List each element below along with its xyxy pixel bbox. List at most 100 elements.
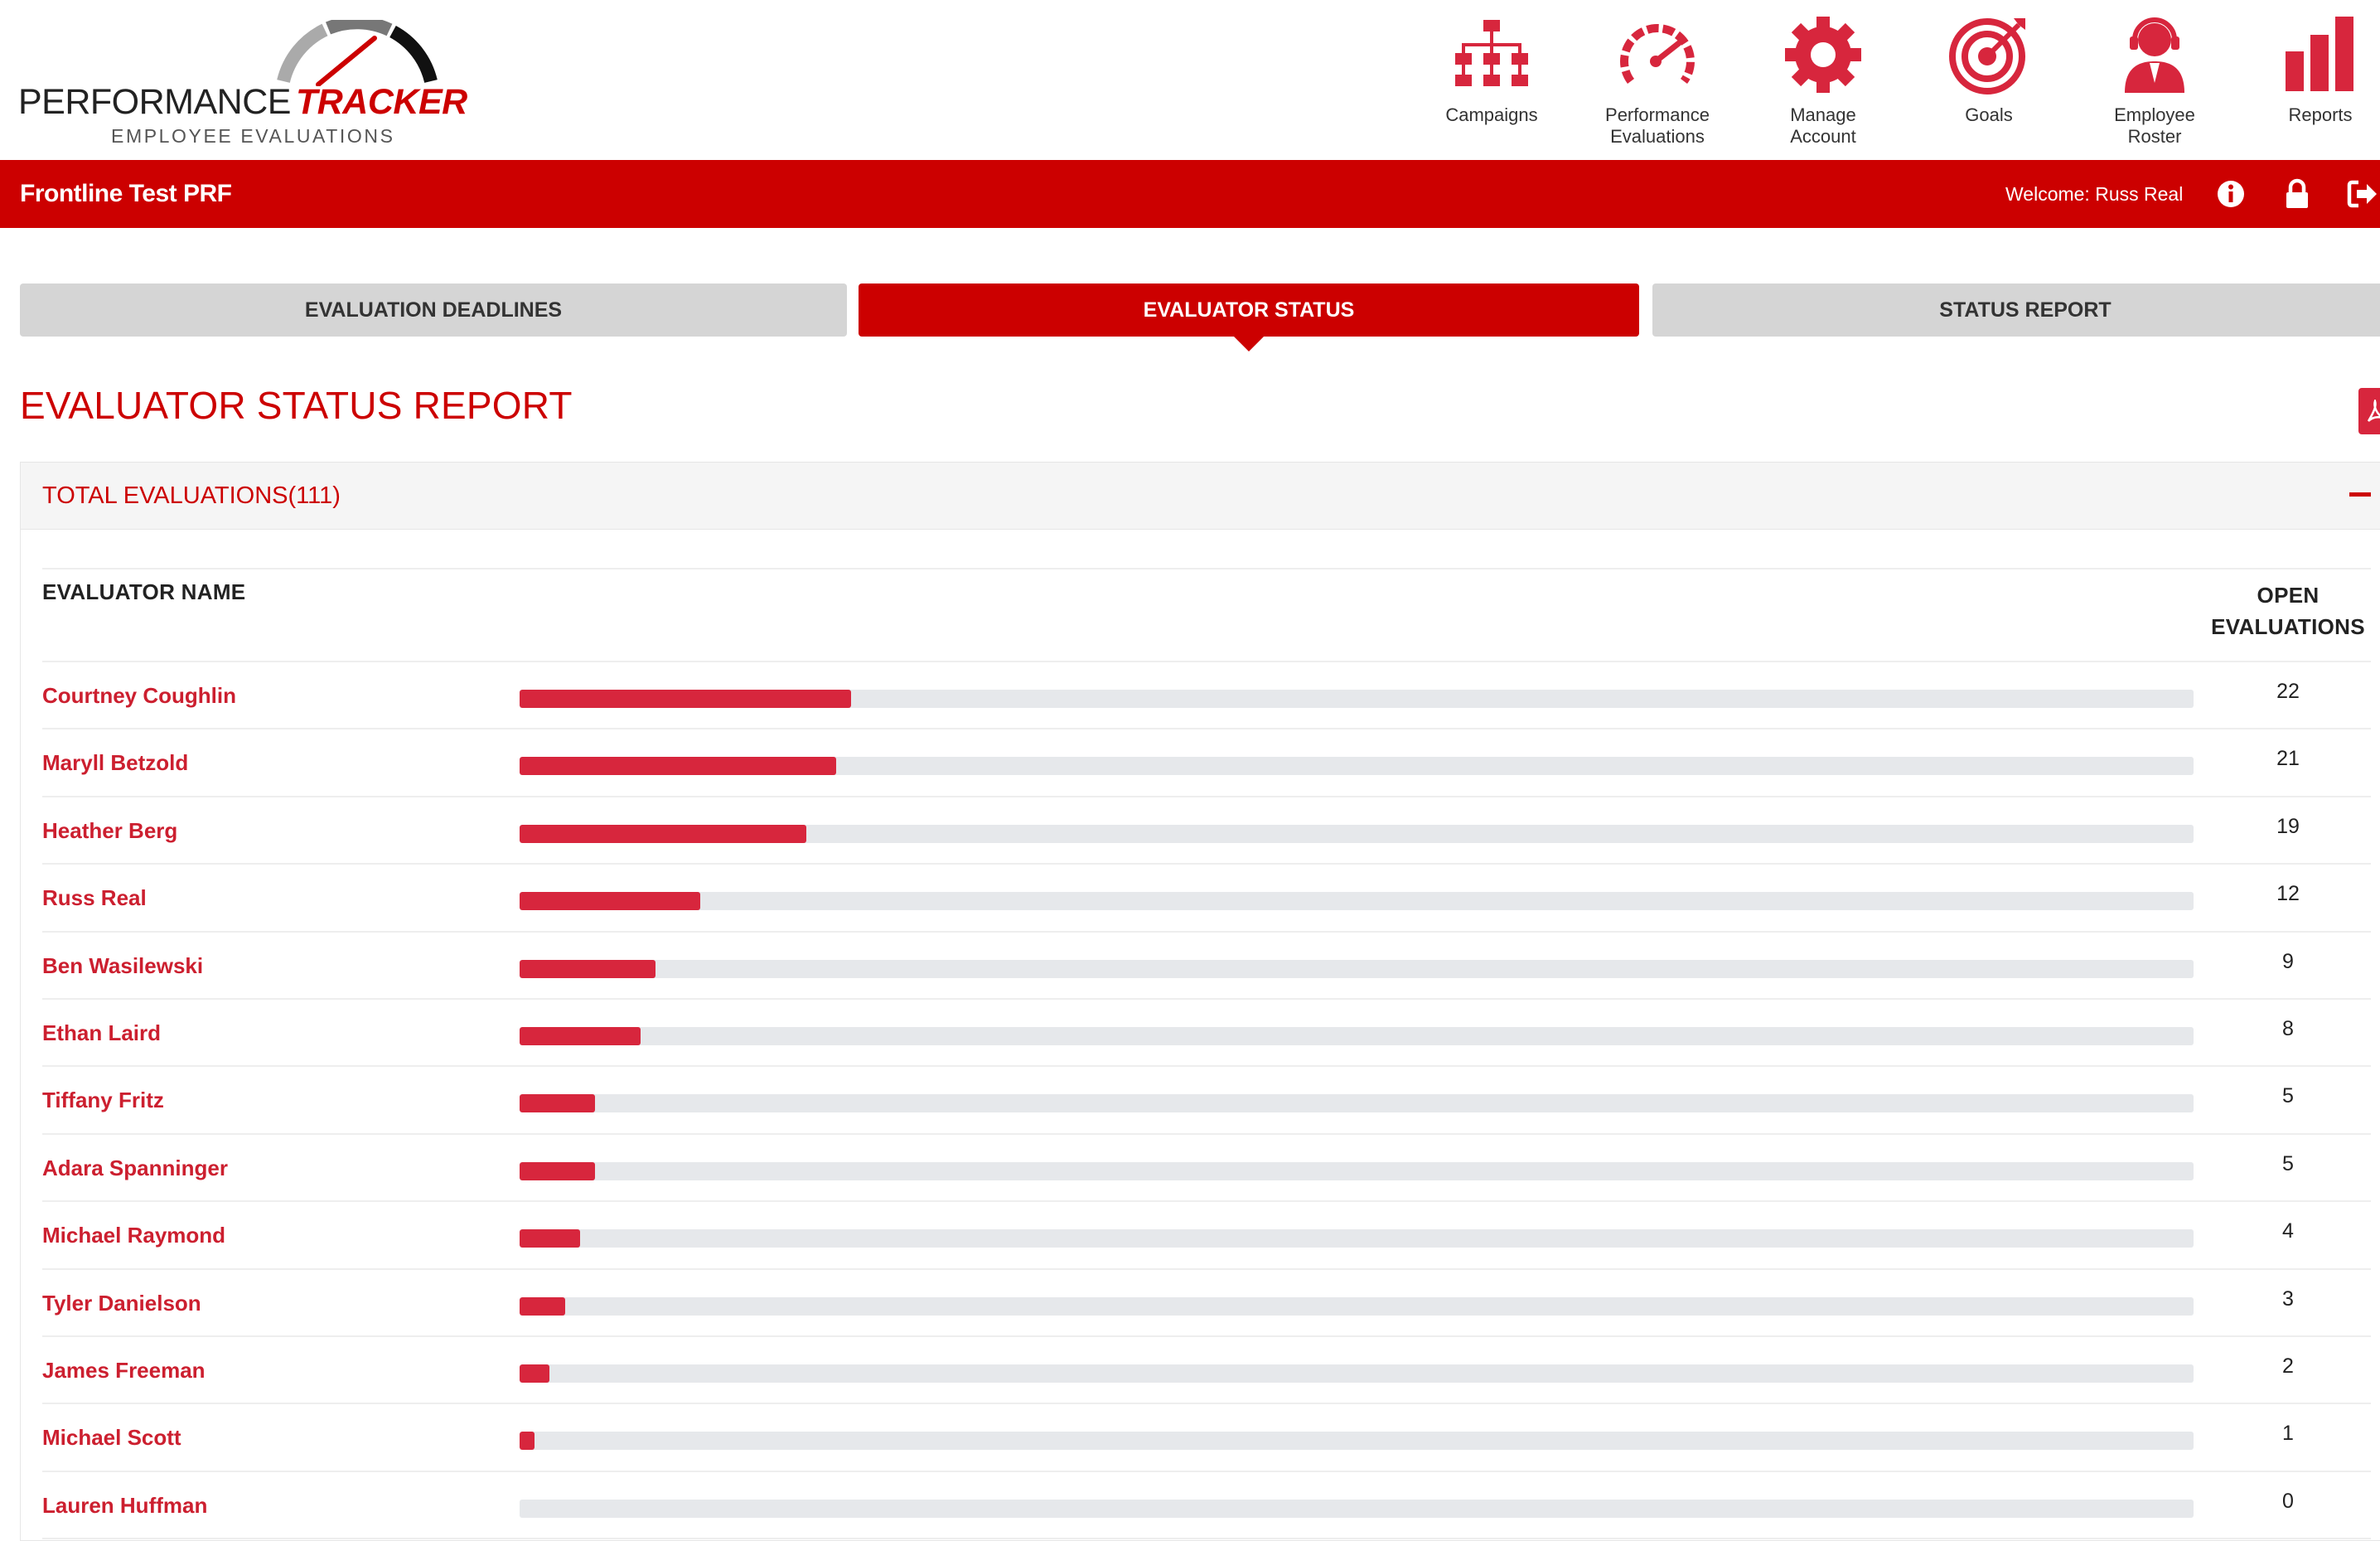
gear-icon <box>1785 17 1861 93</box>
nav-label: Reports <box>2288 104 2353 125</box>
column-header-open-evaluations: OPEN EVALUATIONS <box>2211 583 2365 639</box>
open-evaluations-count: 9 <box>2282 949 2294 973</box>
collapse-icon[interactable] <box>2349 492 2371 497</box>
nav-reports[interactable]: Reports <box>2237 0 2380 160</box>
table-row: Lauren Huffman 0 <box>42 1472 2371 1540</box>
nav-label: Performance Evaluations <box>1605 104 1710 147</box>
export-pdf-button[interactable] <box>2358 388 2380 434</box>
open-evaluations-count: 8 <box>2282 1016 2294 1040</box>
app-header: PERFORMANCE TRACKER EMPLOYEE EVALUATIONS … <box>0 0 2380 160</box>
progress-bar-fill <box>520 1296 565 1316</box>
progress-bar-track <box>520 1432 2194 1451</box>
progress-bar-fill <box>520 824 806 843</box>
progress-bar-fill <box>520 892 701 911</box>
evaluator-name-link[interactable]: Michael Raymond <box>42 1202 225 1268</box>
app-name: Frontline Test PRF <box>20 180 232 207</box>
logout-icon[interactable] <box>2345 177 2378 211</box>
open-evaluations-count: 21 <box>2276 747 2300 771</box>
evaluator-name-link[interactable]: Ethan Laird <box>42 1000 161 1066</box>
open-evaluations-count: 0 <box>2282 1489 2294 1513</box>
progress-bar-track <box>520 1161 2194 1180</box>
progress-bar-fill <box>520 1094 595 1113</box>
evaluator-name-link[interactable]: Courtney Coughlin <box>42 662 236 729</box>
progress-bar-track <box>520 892 2194 911</box>
evaluator-name-link[interactable]: Maryll Betzold <box>42 729 188 796</box>
tab-label: EVALUATION DEADLINES <box>304 298 563 322</box>
evaluator-name-link[interactable]: Tyler Danielson <box>42 1270 201 1336</box>
progress-bar-track <box>520 824 2194 843</box>
tab-evaluator-status[interactable]: EVALUATOR STATUS <box>859 283 1639 351</box>
panel-header[interactable]: TOTAL EVALUATIONS(111) <box>21 463 2380 530</box>
nav-goals[interactable]: Goals <box>1906 0 2072 160</box>
table-row: Ethan Laird 8 <box>42 1000 2371 1068</box>
progress-bar-track <box>520 1499 2194 1518</box>
table-row: Tiffany Fritz 5 <box>42 1067 2371 1135</box>
evaluator-name-link[interactable]: Ben Wasilewski <box>42 933 203 999</box>
progress-bar-fill <box>520 757 837 776</box>
evaluator-name-link[interactable]: Tiffany Fritz <box>42 1067 164 1133</box>
progress-bar-fill <box>520 959 655 978</box>
table-row: Adara Spanninger 5 <box>42 1135 2371 1203</box>
open-evaluations-count: 3 <box>2282 1287 2294 1311</box>
nav-manage-account[interactable]: Manage Account <box>1740 0 1906 160</box>
progress-bar-track <box>520 1296 2194 1316</box>
table-row: Michael Raymond 4 <box>42 1202 2371 1270</box>
total-evaluations-panel: TOTAL EVALUATIONS(111) EVALUATOR NAME OP… <box>20 462 2380 1541</box>
table-body: Courtney Coughlin 22 Maryll Betzold 21 Heath… <box>42 662 2371 1540</box>
progress-bar-track <box>520 1364 2194 1383</box>
lock-icon[interactable] <box>2281 177 2314 211</box>
progress-bar-fill <box>520 1161 595 1180</box>
page-title: EVALUATOR STATUS REPORT <box>20 384 573 427</box>
speedometer-icon <box>1620 24 1695 84</box>
column-header-evaluator-name: EVALUATOR NAME <box>42 579 246 604</box>
performance-tracker-logo[interactable]: PERFORMANCE TRACKER EMPLOYEE EVALUATIONS <box>18 20 467 153</box>
nav-campaigns[interactable]: Campaigns <box>1409 0 1575 160</box>
tab-label: EVALUATOR STATUS <box>1143 298 1355 322</box>
progress-bar-fill <box>520 1229 580 1248</box>
progress-bar-fill <box>520 1432 535 1451</box>
open-evaluations-count: 1 <box>2282 1422 2294 1446</box>
panel-title: TOTAL EVALUATIONS(111) <box>42 482 341 509</box>
table-row: Tyler Danielson 3 <box>42 1270 2371 1337</box>
progress-bar-track <box>520 1026 2194 1045</box>
welcome-text: Welcome: Russ Real <box>2005 183 2184 205</box>
evaluator-table: EVALUATOR NAME OPEN EVALUATIONS Courtney… <box>42 568 2371 1540</box>
org-chart-icon <box>1455 20 1528 86</box>
evaluator-name-link[interactable]: Adara Spanninger <box>42 1135 228 1201</box>
open-evaluations-count: 5 <box>2282 1151 2294 1175</box>
evaluator-name-link[interactable]: Heather Berg <box>42 797 177 864</box>
evaluator-name-link[interactable]: Lauren Huffman <box>42 1472 207 1539</box>
nav-employee-roster[interactable]: Employee Roster <box>2072 0 2237 160</box>
table-row: James Freeman 2 <box>42 1337 2371 1405</box>
table-header: EVALUATOR NAME OPEN EVALUATIONS <box>42 568 2371 662</box>
nav-label: Manage Account <box>1790 104 1856 147</box>
bar-chart-icon <box>2286 17 2353 91</box>
open-evaluations-count: 2 <box>2282 1354 2294 1378</box>
progress-bar-track <box>520 757 2194 776</box>
table-row: Russ Real 12 <box>42 865 2371 933</box>
top-bar: Frontline Test PRF Welcome: Russ Real <box>0 160 2380 228</box>
pdf-icon <box>2367 400 2380 422</box>
open-evaluations-count: 12 <box>2276 882 2300 906</box>
evaluator-name-link[interactable]: James Freeman <box>42 1337 206 1403</box>
nav-performance-evaluations[interactable]: Performance Evaluations <box>1575 0 1740 160</box>
evaluator-name-link[interactable]: Russ Real <box>42 865 147 931</box>
logo-subtitle: EMPLOYEE EVALUATIONS <box>111 125 395 147</box>
info-icon[interactable] <box>2214 177 2247 211</box>
table-row: Maryll Betzold 21 <box>42 729 2371 797</box>
tab-evaluation-deadlines[interactable]: EVALUATION DEADLINES <box>20 283 847 337</box>
open-evaluations-count: 22 <box>2276 680 2300 703</box>
evaluator-name-link[interactable]: Michael Scott <box>42 1404 181 1471</box>
progress-bar-fill <box>520 690 852 708</box>
tab-label: STATUS REPORT <box>1939 298 2112 322</box>
table-row: Ben Wasilewski 9 <box>42 933 2371 1000</box>
progress-bar-fill <box>520 1364 550 1383</box>
progress-bar-track <box>520 1229 2194 1248</box>
table-row: Michael Scott 1 <box>42 1404 2371 1472</box>
target-icon <box>1949 18 2025 94</box>
nav-label: Campaigns <box>1445 104 1538 125</box>
progress-bar-fill <box>520 1026 641 1045</box>
table-row: Heather Berg 19 <box>42 797 2371 865</box>
tab-status-report[interactable]: STATUS REPORT <box>1652 283 2380 337</box>
nav-label: Goals <box>1965 104 2013 125</box>
